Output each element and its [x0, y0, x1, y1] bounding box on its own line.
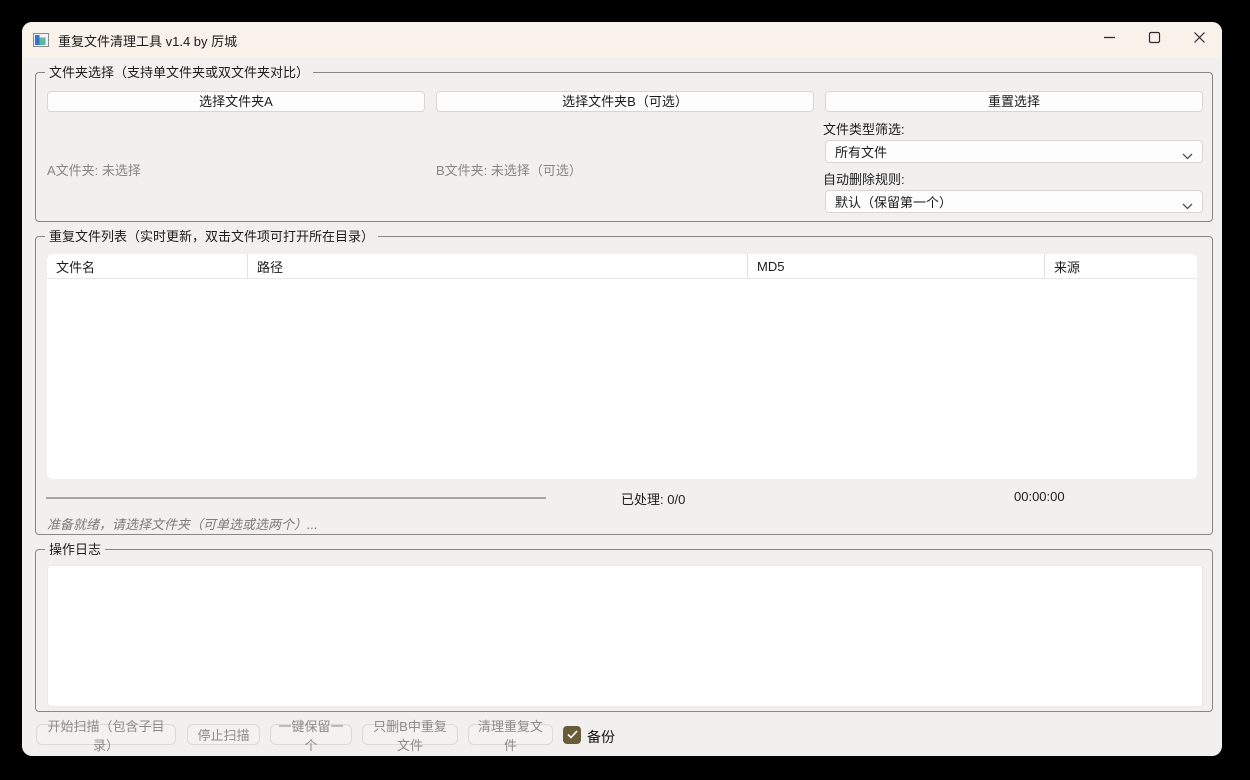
- operation-log-group: 操作日志: [35, 549, 1213, 712]
- keep-one-button[interactable]: 一键保留一个: [270, 724, 352, 745]
- backup-checkbox[interactable]: [563, 726, 581, 744]
- folder-selection-group-title: 文件夹选择（支持单文件夹或双文件夹对比）: [45, 64, 313, 81]
- log-textarea[interactable]: [47, 565, 1203, 707]
- folder-b-status: B文件夹: 未选择（可选）: [436, 160, 582, 179]
- select-folder-b-button[interactable]: 选择文件夹B（可选）: [436, 91, 814, 112]
- reset-selection-button[interactable]: 重置选择: [825, 91, 1203, 112]
- duplicate-file-table[interactable]: 文件名 路径 MD5 来源: [47, 254, 1197, 479]
- checkmark-icon: [567, 726, 578, 744]
- folder-a-status: A文件夹: 未选择: [47, 160, 141, 179]
- delete-b-duplicates-button[interactable]: 只删B中重复文件: [362, 724, 458, 745]
- stop-scan-button[interactable]: 停止扫描: [187, 724, 260, 745]
- operation-log-group-title: 操作日志: [45, 541, 105, 558]
- chevron-down-icon: [1182, 148, 1193, 163]
- column-header-filename[interactable]: 文件名: [47, 254, 247, 278]
- delete-rule-value: 默认（保留第一个）: [835, 192, 952, 211]
- close-icon: [1193, 31, 1206, 49]
- duplicate-list-group-title: 重复文件列表（实时更新，双击文件项可打开所在目录）: [45, 228, 378, 245]
- maximize-button[interactable]: [1132, 22, 1177, 58]
- processed-counter: 已处理: 0/0: [621, 489, 685, 508]
- select-folder-a-button[interactable]: 选择文件夹A: [47, 91, 425, 112]
- minimize-button[interactable]: [1087, 22, 1132, 58]
- maximize-icon: [1148, 31, 1161, 49]
- table-header: 文件名 路径 MD5 来源: [47, 254, 1197, 279]
- titlebar: 重复文件清理工具 v1.4 by 厉城: [22, 22, 1222, 58]
- app-icon: [33, 33, 49, 47]
- chevron-down-icon: [1182, 198, 1193, 213]
- column-header-source[interactable]: 来源: [1044, 254, 1197, 278]
- folder-selection-group: 文件夹选择（支持单文件夹或双文件夹对比） 选择文件夹A 选择文件夹B（可选） 重…: [35, 72, 1213, 222]
- elapsed-time: 00:00:00: [1014, 489, 1065, 504]
- desktop-background: 重复文件清理工具 v1.4 by 厉城: [0, 0, 1250, 780]
- file-type-filter-value: 所有文件: [835, 142, 887, 161]
- start-scan-button[interactable]: 开始扫描（包含子目录）: [36, 724, 176, 745]
- file-type-filter-select[interactable]: 所有文件: [825, 140, 1203, 163]
- file-type-filter-label: 文件类型筛选:: [823, 119, 905, 138]
- column-header-md5[interactable]: MD5: [747, 254, 1044, 278]
- caption-buttons: [1087, 22, 1222, 58]
- window-title: 重复文件清理工具 v1.4 by 厉城: [58, 31, 237, 50]
- status-message: 准备就绪，请选择文件夹（可单选或选两个）...: [47, 514, 318, 533]
- column-header-path[interactable]: 路径: [247, 254, 747, 278]
- clean-duplicates-button[interactable]: 清理重复文件: [468, 724, 553, 745]
- progress-bar: [46, 497, 546, 499]
- duplicate-list-group: 重复文件列表（实时更新，双击文件项可打开所在目录） 文件名 路径 MD5 来源 …: [35, 236, 1213, 535]
- app-window: 重复文件清理工具 v1.4 by 厉城: [22, 22, 1222, 756]
- minimize-icon: [1103, 31, 1116, 49]
- delete-rule-label: 自动删除规则:: [823, 169, 905, 188]
- backup-checkbox-label[interactable]: 备份: [587, 727, 615, 747]
- table-body[interactable]: [47, 279, 1197, 479]
- close-button[interactable]: [1177, 22, 1222, 58]
- delete-rule-select[interactable]: 默认（保留第一个）: [825, 190, 1203, 213]
